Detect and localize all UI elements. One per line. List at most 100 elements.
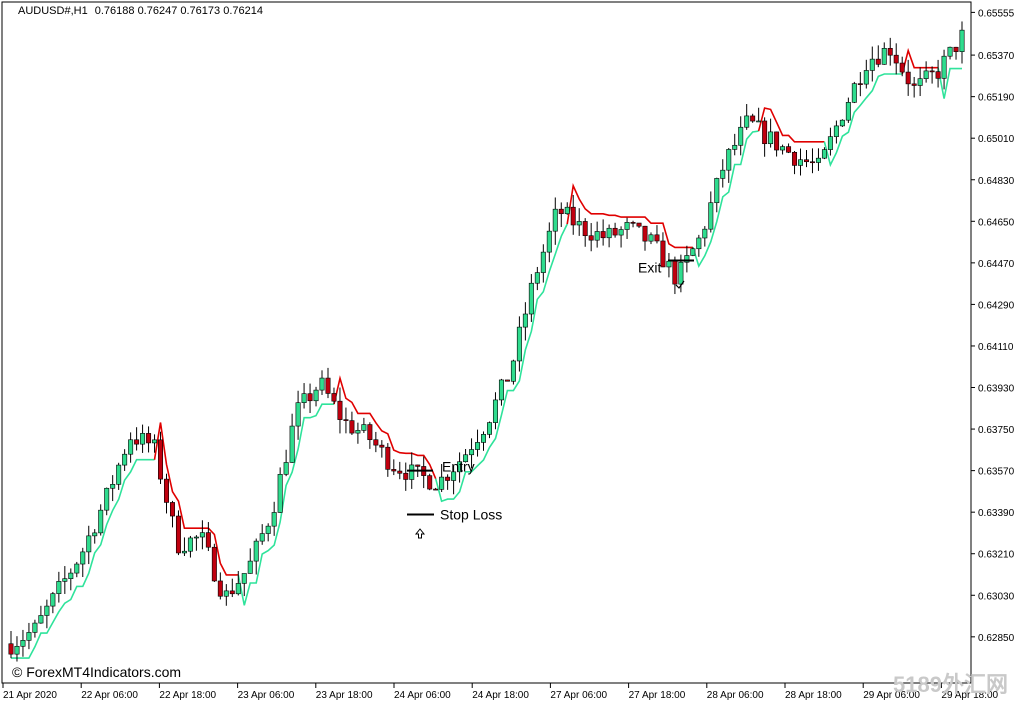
symbol-ohlc-header: AUDUSD#,H1 0.76188 0.76247 0.76173 0.762… [18,5,263,17]
candle [546,222,552,263]
candle-body [181,550,187,554]
candle [510,359,516,385]
candle-body [726,149,732,171]
y-tick-label: 0.65010 [978,134,1015,145]
candle-body [74,563,80,574]
candle [756,107,762,123]
candle [56,571,62,603]
candle [869,46,875,82]
x-tick-label: 28 Apr 06:00 [707,690,764,701]
candle [833,120,839,144]
candle-body [80,551,86,565]
candle-body [241,573,247,584]
candle [576,208,582,236]
candle-body [169,502,175,517]
candle [475,429,481,457]
candle [223,584,229,606]
y-tick-label: 0.63210 [978,550,1015,561]
x-tick-label: 24 Apr 18:00 [472,690,529,701]
candle-body [164,478,169,503]
candle-body [128,439,134,455]
candle [122,449,128,471]
candle [325,367,331,399]
candle-body [857,83,863,85]
candle-body [337,400,343,420]
candle [433,487,439,491]
y-tick-label: 0.63390 [978,508,1015,519]
candle-body [690,248,696,256]
candle [881,42,887,65]
candle [217,572,223,600]
candle [672,256,678,295]
candle-body [792,151,798,166]
candle [385,443,391,477]
candle-body [660,240,666,268]
candle [612,222,618,238]
watermark: 5189外汇网 [893,672,1008,697]
candle [875,45,881,68]
candle [660,232,666,268]
candle [522,302,528,341]
candle-body [26,632,32,641]
candle [92,529,98,544]
candle-body [648,234,654,242]
candle-body [540,251,546,273]
candle-body [134,439,140,445]
candle-body [714,178,720,204]
candle-body [349,420,355,434]
candle-body [636,222,642,227]
candle [128,432,134,463]
candle-body [720,169,726,179]
candle-body [289,425,295,463]
candle-body [271,512,277,527]
candle-body [744,115,750,128]
candle-body [146,433,152,444]
candle [86,525,92,565]
candle-body [427,475,433,490]
candle-body [630,222,636,224]
candle-body [863,70,869,85]
trade-annotations: Entry Stop Loss Exit [407,259,694,539]
candle [827,127,833,156]
candle-body [702,228,708,239]
candle [552,197,558,245]
candle [199,520,205,550]
candle [558,202,564,227]
up-arrow-icon [414,528,426,539]
candle [863,59,869,89]
candle [361,417,367,433]
candle-body [98,509,104,534]
candle [265,523,271,542]
candle [630,220,636,228]
candle-body [199,532,205,538]
candle [528,274,534,322]
candle [696,234,702,257]
candle [582,218,588,247]
candle [780,144,786,155]
price-chart[interactable]: AUDUSD#,H1 0.76188 0.76247 0.76173 0.762… [0,0,1024,704]
ohlc-values: 0.76188 0.76247 0.76173 0.76214 [95,5,263,17]
candle [959,21,965,64]
candle [20,629,26,657]
candle [702,226,708,247]
candle-body [50,593,56,607]
candle-body [893,54,899,64]
candle-body [223,590,229,597]
candle [403,462,409,491]
candle-body [929,70,935,73]
candle-body [552,208,558,232]
candle-body [516,326,522,362]
candle-body [756,120,762,123]
candle-body [259,533,265,542]
candle [540,244,546,283]
y-tick-label: 0.64290 [978,300,1015,311]
candle-body [175,515,181,554]
candle-body [654,234,660,242]
candle-body [570,206,576,226]
candle-body [887,48,893,56]
candle [792,150,798,175]
candle [594,221,600,248]
candle-body [265,525,271,534]
candle [486,421,492,439]
candle-body [319,377,325,391]
